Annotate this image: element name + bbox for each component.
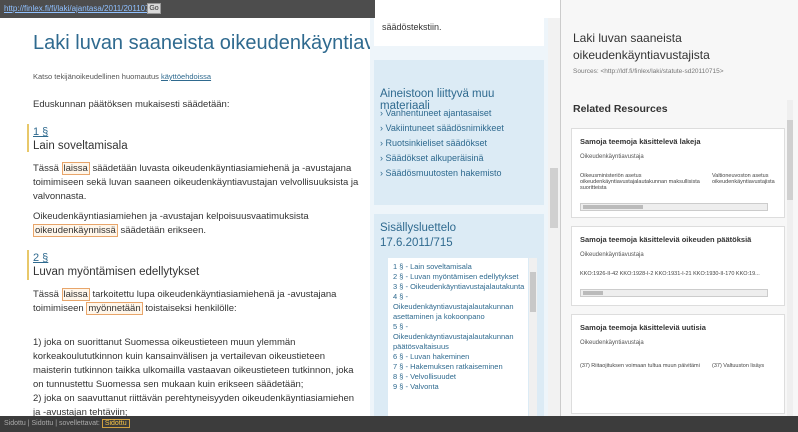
text: Tässä: [33, 289, 59, 300]
text: säädetään erikseen.: [120, 225, 207, 236]
section-2-item-1: 1) joka on suorittanut Suomessa oikeusti…: [33, 337, 354, 390]
toc-item[interactable]: 2 § - Luvan myöntämisen edellytykset: [388, 272, 528, 282]
section-marker: [27, 250, 29, 280]
toc-item[interactable]: 7 § - Hakemuksen ratkaiseminen: [388, 362, 528, 372]
url-bar: http://finlex.fi/fi/laki/ajantasa/2011/2…: [0, 0, 375, 18]
related-resources-heading: Related Resources: [573, 103, 668, 115]
card-scroll-thumb[interactable]: [583, 205, 643, 209]
table-of-contents: Sisällysluettelo 17.6.2011/715 1 § - Lai…: [374, 214, 544, 416]
section-2-item-2: 2) joka on saavuttanut riittävän perehty…: [33, 393, 355, 416]
url-link[interactable]: http://finlex.fi/fi/laki/ajantasa/2011/2…: [4, 4, 158, 13]
toc-item[interactable]: 8 § - Velvollisuudet: [388, 372, 528, 382]
side-column: säädöstekstiin. Aineistoon liittyvä muu …: [370, 18, 548, 416]
card-link[interactable]: Valtioneuvoston asetus oikeudenkäyntiavu…: [712, 173, 782, 185]
toc-scrollbar[interactable]: [529, 258, 537, 416]
toc-title: Sisällysluettelo: [380, 222, 457, 234]
card-title: Samoja teemoja käsitteleviä uutisia: [580, 323, 706, 332]
intro-text: Eduskunnan päätöksen mukaisesti säädetää…: [33, 99, 230, 110]
material-link[interactable]: › Säädökset alkuperäisinä: [380, 153, 484, 163]
status-prefix: Sidottu | Sidottu | sovellettavat:: [4, 420, 100, 427]
terms-link[interactable]: käyttöehdoissa: [161, 72, 211, 81]
related-material-box: Aineistoon liittyvä muu materiaali › Van…: [374, 60, 544, 205]
toc-item[interactable]: 5 § - Oikeudenkäyntiavustajalautakunnan …: [388, 322, 528, 352]
text: toistaiseksi henkilölle:: [145, 303, 237, 314]
section-2-paragraph-1: Tässä laissa tarkoitettu lupa oikeudenkä…: [33, 288, 363, 316]
card-title: Samoja teemoja käsitteleviä oikeuden pää…: [580, 235, 752, 244]
toc-date: 17.6.2011/715: [380, 237, 453, 249]
app-window: http://finlex.fi/fi/laki/ajantasa/2011/2…: [0, 0, 798, 432]
status-badge[interactable]: Sidottu: [101, 419, 130, 428]
copyright-note-text: Katso tekijänoikeudellinen huomautus: [33, 72, 159, 81]
panel-title: Laki luvan saaneista oikeudenkäyntiavust…: [573, 31, 710, 62]
card-subtitle: Oikeudenkäyntiavustaja: [580, 154, 644, 160]
section-1-paragraph-2: Oikeudenkäyntiasiamiehen ja -avustajan k…: [33, 210, 363, 238]
card-scrollbar[interactable]: [580, 203, 768, 211]
section-2-number[interactable]: 2 §: [33, 252, 48, 264]
go-button[interactable]: Go: [147, 3, 161, 14]
status-bar: Sidottu | Sidottu | sovellettavat: Sidot…: [0, 416, 798, 432]
panel-scroll-thumb[interactable]: [787, 120, 793, 200]
material-link[interactable]: › Säädösmuutosten hakemisto: [380, 168, 502, 178]
card-scrollbar[interactable]: [580, 289, 768, 297]
card-subtitle: Oikeudenkäyntiavustaja: [580, 252, 644, 258]
material-link[interactable]: › Vanhentuneet ajantasaiset: [380, 108, 491, 118]
related-card: Samoja teemoja käsitteleviä oikeuden pää…: [571, 226, 785, 306]
toc-item[interactable]: 6 § - Luvan hakeminen: [388, 352, 528, 362]
card-link[interactable]: Oikeusministeriön asetus oikeudenkäyntia…: [580, 173, 700, 191]
toc-list: 1 § - Lain soveltamisala 2 § - Luvan myö…: [388, 258, 528, 416]
document-content: Laki luvan saaneista oikeudenkäyntiavust…: [0, 18, 370, 416]
highlight: laissa: [61, 162, 90, 175]
highlight: oikeudenkäynnissä: [33, 224, 118, 237]
toc-scroll-thumb[interactable]: [530, 272, 536, 312]
panel-scrollbar[interactable]: [787, 100, 793, 416]
highlight: myönnetään: [86, 302, 143, 315]
section-marker: [27, 124, 29, 152]
text: Oikeudenkäyntiasiamiehen ja -avustajan k…: [33, 211, 309, 222]
card-link[interactable]: (37) Riitaojituksen voimaan tultua muun …: [580, 363, 700, 369]
related-card: Samoja teemoja käsittelevä lakeja Oikeud…: [571, 128, 785, 218]
side-top-box: säädöstekstiin.: [374, 18, 544, 46]
section-1-paragraph-1: Tässä laissa säädetään luvasta oikeudenk…: [33, 162, 363, 204]
main-scroll-thumb[interactable]: [550, 168, 558, 228]
copyright-note: Katso tekijänoikeudellinen huomautus käy…: [33, 70, 363, 84]
section-1-title: Lain soveltamisala: [33, 140, 128, 152]
toc-item[interactable]: 3 § - Oikeudenkäyntiavustajalautakunta: [388, 282, 528, 292]
right-panel: Laki luvan saaneista oikeudenkäyntiavust…: [560, 0, 798, 416]
section-1-number[interactable]: 1 §: [33, 126, 48, 138]
panel-sources: Sources: <http://ldf.fi/finlex/laki/stat…: [573, 68, 724, 75]
card-link[interactable]: (37) Valtuuston lisäys: [712, 363, 782, 369]
page-title: Laki luvan saaneista oikeudenkäyntiavust…: [33, 32, 370, 54]
card-scroll-thumb[interactable]: [583, 291, 603, 295]
related-card: Samoja teemoja käsitteleviä uutisia Oike…: [571, 314, 785, 414]
highlight: laissa: [61, 288, 90, 301]
card-subtitle: Oikeudenkäyntiavustaja: [580, 340, 644, 346]
toc-item[interactable]: 9 § - Valvonta: [388, 382, 528, 392]
main-scrollbar[interactable]: [548, 18, 560, 416]
toc-item[interactable]: 1 § - Lain soveltamisala: [388, 262, 528, 272]
material-link[interactable]: › Ruotsinkieliset säädökset: [380, 138, 487, 148]
text: Tässä: [33, 163, 59, 174]
card-title: Samoja teemoja käsittelevä lakeja: [580, 137, 701, 146]
section-2-title: Luvan myöntämisen edellytykset: [33, 266, 200, 278]
material-link[interactable]: › Vakiintuneet säädösnimikkeet: [380, 123, 504, 133]
toc-item[interactable]: 4 § - Oikeudenkäyntiavustajalautakunnan …: [388, 292, 528, 322]
status-text: Sidottu | Sidottu | sovellettavat: Sidot…: [4, 419, 130, 428]
card-link[interactable]: KKO:1926-II-42 KKO:1928-I-2 KKO:1931-I-2…: [580, 271, 760, 277]
side-top-text: säädöstekstiin.: [382, 22, 442, 32]
